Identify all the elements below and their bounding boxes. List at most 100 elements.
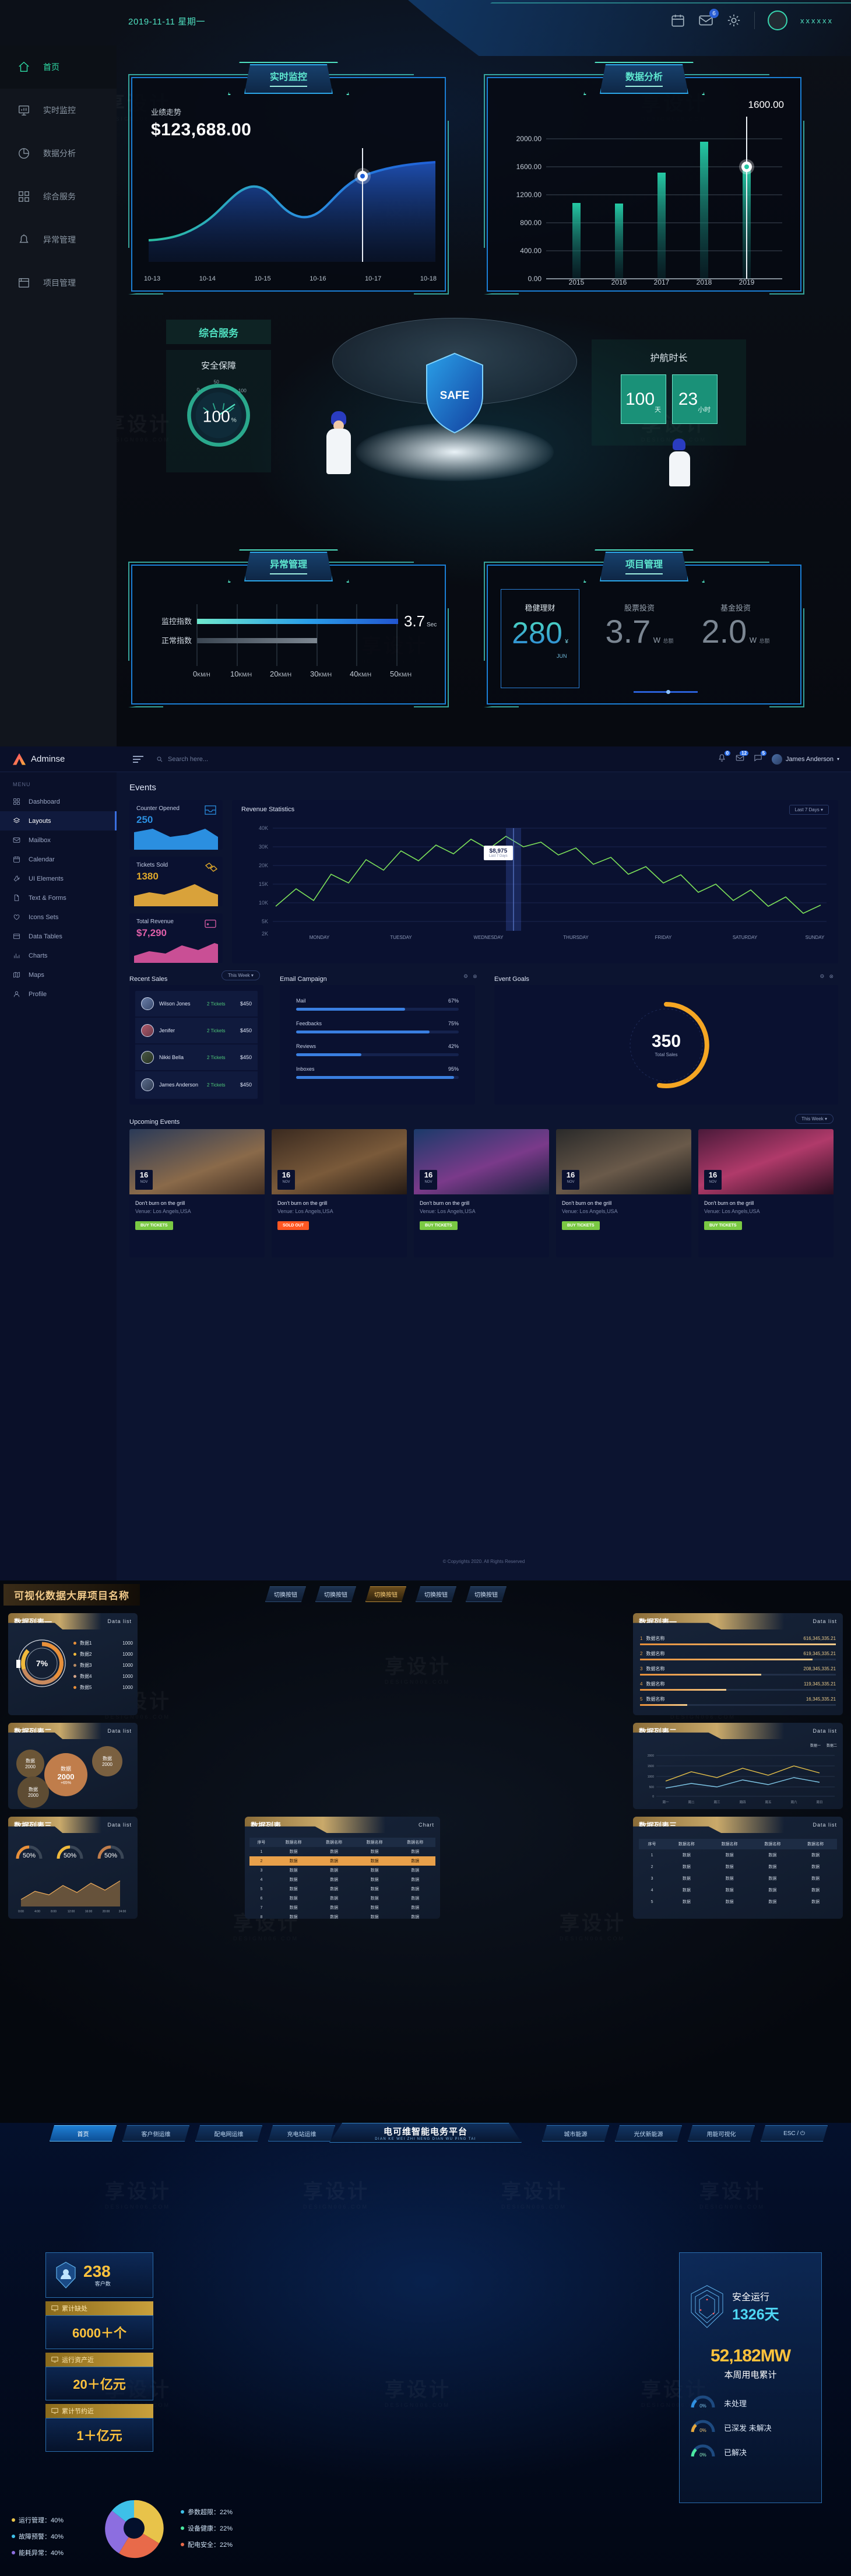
switch-button[interactable]: 切换按钮 [315,1586,356,1602]
status-list: 0% 未处理 0% 已深发 未解决 0% 已解决 [680,2395,821,2460]
legend-row: 参数超限：22% [181,2507,233,2517]
event-goals-header: Event Goals [494,973,529,984]
close-icon[interactable]: ⊗ [829,973,834,980]
mail-icon[interactable]: 12 [736,750,749,765]
buy-tickets-button[interactable]: BUY TICKETS [420,1221,458,1230]
avatar[interactable] [768,10,787,30]
chevron-down-icon: ▾ [824,1116,827,1121]
sidebar-item-text-forms[interactable]: Text & Forms [0,888,117,907]
avatar [141,1024,154,1037]
avatar [141,1078,154,1091]
switch-button[interactable]: 切换按钮 [416,1586,456,1602]
sidebar-item-service[interactable]: 综合服务 [0,175,117,218]
sidebar-item-label: 实时监控 [43,106,76,115]
sold-out-button[interactable]: SOLD OUT [277,1221,310,1230]
event-card[interactable]: 16 NOV Don't burn on the grill Venue: Lo… [556,1129,691,1257]
sidebar-item-data-tables[interactable]: Data Tables [0,927,117,946]
brand[interactable]: Adminse [0,753,117,765]
event-image: 16 NOV [698,1129,834,1194]
gear-icon[interactable]: ⚙ [820,973,824,980]
buy-tickets-button[interactable]: BUY TICKETS [135,1221,173,1230]
sidebar-item-layouts[interactable]: Layouts [0,811,117,830]
gear-icon[interactable] [726,13,741,28]
sidebar-item-dashboard[interactable]: Dashboard [0,792,117,811]
sidebar-item-ui-elements[interactable]: UI Elements [0,869,117,888]
chat-icon[interactable]: 5 [754,750,767,765]
user-menu[interactable]: James Anderson ▾ [772,753,839,765]
event-card[interactable]: 16 NOV Don't burn on the grill Venue: Lo… [129,1129,265,1257]
range-selector[interactable]: Last 7 Days ▾ [789,805,829,815]
sidebar-item-monitor[interactable]: 实时监控 [0,89,117,132]
cell: 数据 [811,1900,820,1904]
nav-tab-energy-visual[interactable]: 用能可视化 [688,2125,755,2142]
gauge-value: 50% [23,1852,36,1859]
progress-thumb[interactable] [666,690,670,694]
sparkline-area [134,884,218,906]
list-item[interactable]: Wilson Jones 2 Tickets $450 [135,991,258,1018]
sidebar-item-charts[interactable]: Charts [0,946,117,965]
list-item[interactable]: Jenifer 2 Tickets $450 [135,1018,258,1045]
nav-tab-esc[interactable]: ESC / ⏻ [761,2125,828,2142]
event-card[interactable]: 16 NOV Don't burn on the grill Venue: Lo… [272,1129,407,1257]
event-date-badge: 16 NOV [135,1170,153,1190]
event-card[interactable]: 16 NOV Don't burn on the grill Venue: Lo… [414,1129,549,1257]
nav-tab-grid-ops[interactable]: 配电网运维 [195,2125,262,2142]
sidebar-item-label: 数据分析 [43,149,76,158]
upcoming-range[interactable]: This Week ▾ [795,1114,834,1124]
mail-icon[interactable]: 6 [698,9,719,28]
switch-button[interactable]: 切换按钮 [265,1586,306,1602]
list-item[interactable]: James Anderson 2 Tickets $450 [135,1071,258,1098]
sidebar-item-home[interactable]: 首页 [0,45,117,89]
status-label: 未处理 [724,2399,747,2408]
screen-icon [51,2408,58,2414]
rank-index: 1 [640,1636,643,1641]
stat-value: $7,290 [136,927,167,938]
sidebar-item-project[interactable]: 项目管理 [0,261,117,304]
sidebar-item-mailbox[interactable]: Mailbox [0,830,117,850]
sidebar-item-profile[interactable]: Profile [0,984,117,1004]
buy-tickets-button[interactable]: BUY TICKETS [562,1221,600,1230]
safe-run-days: 1326天 [732,2307,779,2323]
recent-sales-range[interactable]: This Week ▾ [221,970,260,980]
close-icon[interactable]: ⊗ [473,973,477,980]
legend-value: 1000 [122,1674,133,1679]
nav-tab-city-energy[interactable]: 城市能源 [542,2125,609,2142]
mail-badge: 6 [709,9,719,18]
panel-tab-label: 异常管理 [269,560,308,570]
escort-days: 100 [625,389,655,409]
search-box[interactable]: Search here... [156,756,208,763]
rank-index: 2 [640,1651,643,1656]
buy-tickets-button[interactable]: BUY TICKETS [704,1221,742,1230]
switch-button[interactable]: 切换按钮 [466,1586,507,1602]
heart-icon [13,914,20,920]
event-card[interactable]: 16 NOV Don't burn on the grill Venue: Lo… [698,1129,834,1257]
calendar-icon[interactable] [670,13,685,28]
gear-icon[interactable]: ⚙ [463,973,468,980]
col-header: 数据名称 [326,1841,343,1845]
bubble-chart: 数据 2000 数据 2000 +65% 数据 2000 数据 2000 [8,1743,138,1808]
board-title: 可视化数据大屏项目名称 [3,1584,140,1606]
nav-tab-station-ops[interactable]: 充电站运维 [268,2125,335,2142]
menu-toggle-icon[interactable] [133,755,143,763]
sidebar-item-analysis[interactable]: 数据分析 [0,132,117,175]
cell: 数据 [768,1888,777,1892]
nav-tab-solar-energy[interactable]: 光伏新能源 [615,2125,682,2142]
legend-dot [181,2526,184,2530]
legend-label: 数据3 [80,1663,92,1668]
nav-tab-customer-ops[interactable]: 客户侧运维 [122,2125,189,2142]
nav-tab-home[interactable]: 首页 [50,2125,117,2142]
list-item[interactable]: Nikki Bella 2 Tickets $450 [135,1045,258,1071]
sidebar-item-maps[interactable]: Maps [0,965,117,984]
sidebar-item-abnormal[interactable]: 异常管理 [0,218,117,261]
revenue-line-chart: 40K 30K 20K 15K 10K 5K 2K MONDAY TUESDAY WEDNES… [259,825,827,940]
sidebar-item-calendar[interactable]: Calendar [0,850,117,869]
svg-text:20K: 20K [259,863,268,868]
progress-track[interactable] [634,690,698,694]
platform-title-cn: 电可维智能电务平台 [383,2126,467,2137]
event-day: 16 [566,1170,575,1179]
sidebar-item-icons-sets[interactable]: Icons Sets [0,907,117,927]
card-right-list-3: 数据列表三 Data list 序号 数据名称 数据名称 数据名称 数据名称 1 数… [633,1817,843,1919]
card-title: 数据列表三 [639,1821,677,1830]
switch-button-active[interactable]: 切换按钮 [365,1586,406,1602]
bell-icon[interactable]: 0 [718,750,731,765]
